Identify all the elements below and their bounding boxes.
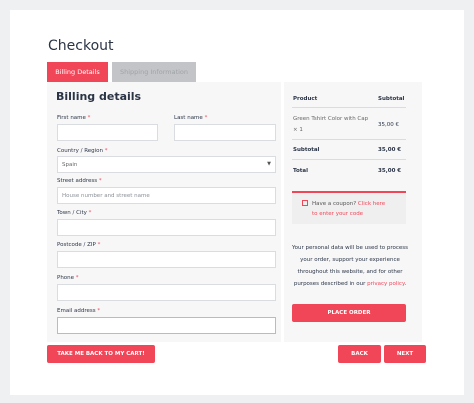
postcode-input[interactable] bbox=[57, 251, 276, 268]
place-order-button[interactable]: PLACE ORDER bbox=[292, 304, 406, 322]
city-input[interactable] bbox=[57, 219, 276, 236]
street-placeholder: House number and street name bbox=[62, 192, 150, 199]
calendar-icon bbox=[302, 200, 308, 206]
chevron-down-icon: ▼ bbox=[267, 161, 271, 167]
street-label: Street address * bbox=[57, 178, 102, 184]
billing-heading: Billing details bbox=[56, 90, 142, 103]
privacy-notice: Your personal data will be used to proce… bbox=[292, 245, 408, 287]
privacy-policy-link[interactable]: privacy policy bbox=[367, 281, 404, 287]
first-name-input[interactable] bbox=[57, 124, 158, 141]
total-value: 35,00 € bbox=[378, 168, 402, 174]
coupon-link-cont[interactable]: to enter your code bbox=[312, 211, 363, 217]
coupon-link[interactable]: Click here bbox=[358, 201, 385, 207]
last-name-label: Last name * bbox=[174, 115, 208, 121]
first-name-label: First name * bbox=[57, 115, 91, 121]
country-select[interactable]: Spain ▼ bbox=[57, 156, 276, 173]
postcode-label: Postcode / ZIP * bbox=[57, 242, 101, 248]
total-label: Total bbox=[293, 168, 309, 174]
phone-label: Phone * bbox=[57, 275, 79, 281]
next-button[interactable]: NEXT bbox=[384, 345, 426, 363]
country-value: Spain bbox=[62, 161, 78, 168]
email-input[interactable] bbox=[57, 317, 276, 334]
phone-input[interactable] bbox=[57, 284, 276, 301]
summary-divider bbox=[292, 139, 406, 140]
back-to-cart-button[interactable]: TAKE ME BACK TO MY CART! bbox=[47, 345, 155, 363]
item-quantity: × 1 bbox=[293, 127, 303, 133]
city-label: Town / City * bbox=[57, 210, 92, 216]
last-name-input[interactable] bbox=[174, 124, 276, 141]
street-input[interactable]: House number and street name bbox=[57, 187, 276, 204]
email-label: Email address * bbox=[57, 308, 101, 314]
country-label: Country / Region * bbox=[57, 148, 108, 154]
page-title: Checkout bbox=[48, 38, 114, 54]
item-price: 35,00 € bbox=[378, 122, 399, 128]
summary-divider bbox=[292, 107, 406, 108]
subtotal-value: 35,00 € bbox=[378, 147, 402, 153]
product-header: Product bbox=[293, 96, 318, 102]
subtotal-header: Subtotal bbox=[378, 96, 405, 102]
back-button[interactable]: BACK bbox=[338, 345, 381, 363]
item-name: Green Tshirt Color with Cap bbox=[293, 116, 369, 122]
coupon-text: Have a coupon? Click here to enter your … bbox=[312, 201, 386, 217]
tab-shipping-information[interactable]: Shipping Information bbox=[112, 62, 196, 82]
summary-divider bbox=[292, 159, 406, 160]
subtotal-label: Subtotal bbox=[293, 147, 320, 153]
tab-billing-details[interactable]: Billing Details bbox=[47, 62, 108, 82]
